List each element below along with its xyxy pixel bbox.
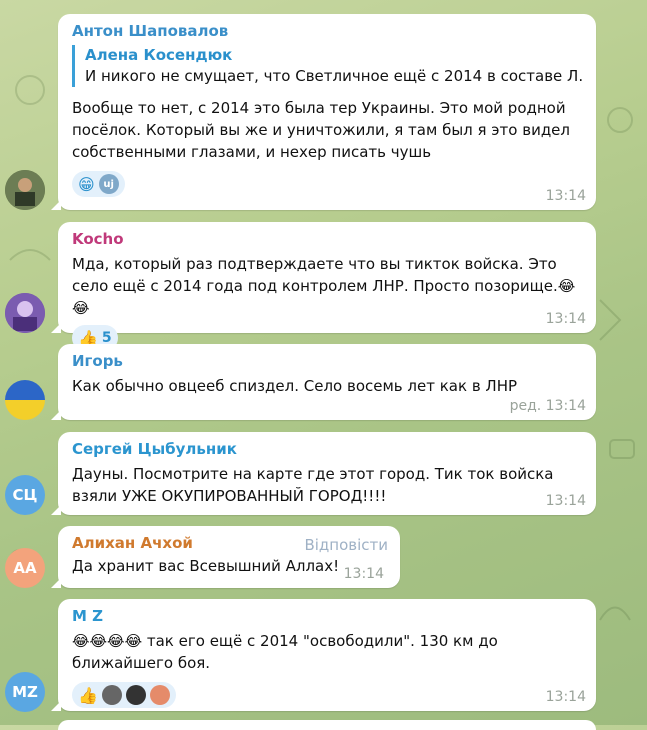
user-photo-icon [5,293,45,333]
ukraine-flag-icon [5,380,45,420]
avatar[interactable]: АА [5,548,45,588]
message-bubble[interactable]: Игорь Как обычно овцееб спиздел. Село во… [51,344,596,420]
reactor-avatar [101,685,122,705]
message-time: 13:14 [545,188,586,204]
reactor-avatar [149,685,170,705]
message-bubble[interactable]: Kocho Мда, который раз подтверждаете что… [51,222,596,351]
message-text: Мда, который раз подтверждаете что вы ти… [72,255,576,317]
message-time: ред. 13:14 [509,398,586,414]
bubble-tail [51,578,61,588]
reply-author: Алена Косендюк [85,46,233,64]
message-author[interactable]: M Z [72,606,584,626]
message-author[interactable]: Антон Шаповалов [72,21,584,41]
reply-text: И никого не смущает, что Светличное ещё … [85,67,584,85]
avatar[interactable]: СЦ [5,475,45,515]
message-text: Да хранит вас Всевышний Аллах! [72,557,340,575]
reaction-pill[interactable]: 😁 uj [72,171,125,197]
message-text: 😂😂😂😂 так его ещё с 2014 "освободили". 13… [72,632,498,672]
message-author[interactable]: Kocho [72,229,584,249]
user-photo-icon [5,170,45,210]
reactions: 😁 uj [72,171,584,197]
bubble-tail [51,701,61,711]
bubble-tail [51,323,61,333]
avatar[interactable]: MZ [5,672,45,712]
reactor-avatar [125,685,146,705]
reply-quote[interactable]: Алена Косендюк И никого не смущает, что … [72,45,584,87]
avatar[interactable] [5,380,45,420]
bubble-tail [51,200,61,210]
reaction-pill[interactable]: 👍 [72,682,176,708]
avatar[interactable] [5,293,45,333]
message-bubble[interactable]: Алихан Ачхой Відповісти Да хранит вас Вс… [51,526,400,588]
message-bubble-partial[interactable] [58,720,596,730]
message-author[interactable]: Игорь [72,351,584,371]
message-time: 13:14 [545,493,586,509]
message-time: 13:14 [545,689,586,705]
message-bubble[interactable]: Сергей Цыбульник Дауны. Посмотрите на ка… [51,432,596,515]
bubble-tail [51,505,61,515]
message-text: Дауны. Посмотрите на карте где этот горо… [72,465,554,505]
message-bubble[interactable]: Антон Шаповалов Алена Косендюк И никого … [51,14,596,210]
reactions: 👍 [72,682,584,708]
reactor-avatar: uj [98,174,119,194]
bubble-tail [51,410,61,420]
avatar[interactable] [5,170,45,210]
message-author[interactable]: Сергей Цыбульник [72,439,584,459]
message-text: Как обычно овцееб спиздел. Село восемь л… [72,377,518,395]
message-text: Вообще то нет, с 2014 это была тер Украи… [72,99,571,161]
thumbs-up-emoji-icon: 👍 [78,685,98,705]
message-time: 13:14 [545,311,586,327]
grin-emoji-icon: 😁 [78,174,95,194]
message-time: 13:14 [343,566,384,582]
reply-button[interactable]: Відповісти [304,536,388,554]
message-bubble[interactable]: M Z 😂😂😂😂 так его ещё с 2014 "освободили"… [51,599,596,711]
